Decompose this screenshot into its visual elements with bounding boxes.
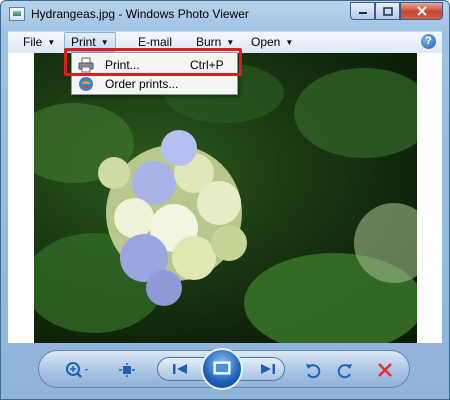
- maximize-icon: [382, 6, 393, 16]
- menu-email-label: E-mail: [138, 35, 173, 49]
- delete-icon: [378, 363, 392, 377]
- menu-email[interactable]: E-mail: [138, 35, 172, 49]
- order-prints-icon: [79, 77, 93, 91]
- menu-item-order-prints[interactable]: Order prints...: [73, 74, 236, 94]
- title-bar: Hydrangeas.jpg - Windows Photo Viewer: [1, 1, 449, 29]
- menu-open-label: Open: [251, 35, 281, 49]
- rotate-clockwise-button[interactable]: [335, 360, 355, 380]
- zoom-icon: [66, 362, 88, 378]
- menu-file-label: File: [23, 35, 43, 49]
- slideshow-icon: [213, 361, 231, 375]
- close-icon: [416, 6, 427, 16]
- chevron-down-icon: ▼: [47, 38, 56, 47]
- menu-file[interactable]: File ▼: [23, 35, 55, 49]
- menu-print-label: Print: [71, 35, 96, 49]
- delete-button[interactable]: [375, 360, 395, 380]
- hydrangea-flower-photo: [34, 53, 417, 343]
- photo-viewer-app-icon: [9, 7, 25, 21]
- actual-size-icon: [119, 363, 135, 377]
- window-title: Hydrangeas.jpg - Windows Photo Viewer: [31, 7, 249, 21]
- menu-open[interactable]: Open ▼: [251, 35, 293, 49]
- caption-buttons: [350, 2, 443, 21]
- minimize-button[interactable]: [350, 2, 375, 20]
- photo-illustration: [34, 63, 417, 343]
- zoom-button[interactable]: [63, 360, 93, 380]
- previous-button[interactable]: [167, 361, 193, 377]
- menu-burn[interactable]: Burn ▼: [196, 35, 234, 49]
- chevron-down-icon: ▼: [285, 38, 294, 47]
- next-button[interactable]: [255, 361, 281, 377]
- rotate-clockwise-icon: [337, 364, 352, 379]
- print-item-highlight-box: [64, 48, 242, 76]
- rotate-counterclockwise-button[interactable]: [303, 360, 323, 380]
- image-viewer-area: [8, 53, 442, 343]
- chevron-down-icon: ▼: [226, 38, 235, 47]
- chevron-down-icon: ▼: [100, 38, 109, 47]
- order-prints-label: Order prints...: [105, 77, 179, 91]
- next-icon: [261, 364, 275, 374]
- help-icon[interactable]: ?: [421, 34, 436, 49]
- minimize-icon: [358, 12, 367, 14]
- close-button[interactable]: [400, 2, 443, 20]
- actual-size-button[interactable]: [117, 361, 137, 379]
- previous-icon: [173, 364, 187, 374]
- rotate-counterclockwise-icon: [306, 364, 321, 379]
- slideshow-button[interactable]: [201, 348, 243, 390]
- menu-burn-label: Burn: [196, 35, 222, 49]
- maximize-button[interactable]: [375, 2, 400, 20]
